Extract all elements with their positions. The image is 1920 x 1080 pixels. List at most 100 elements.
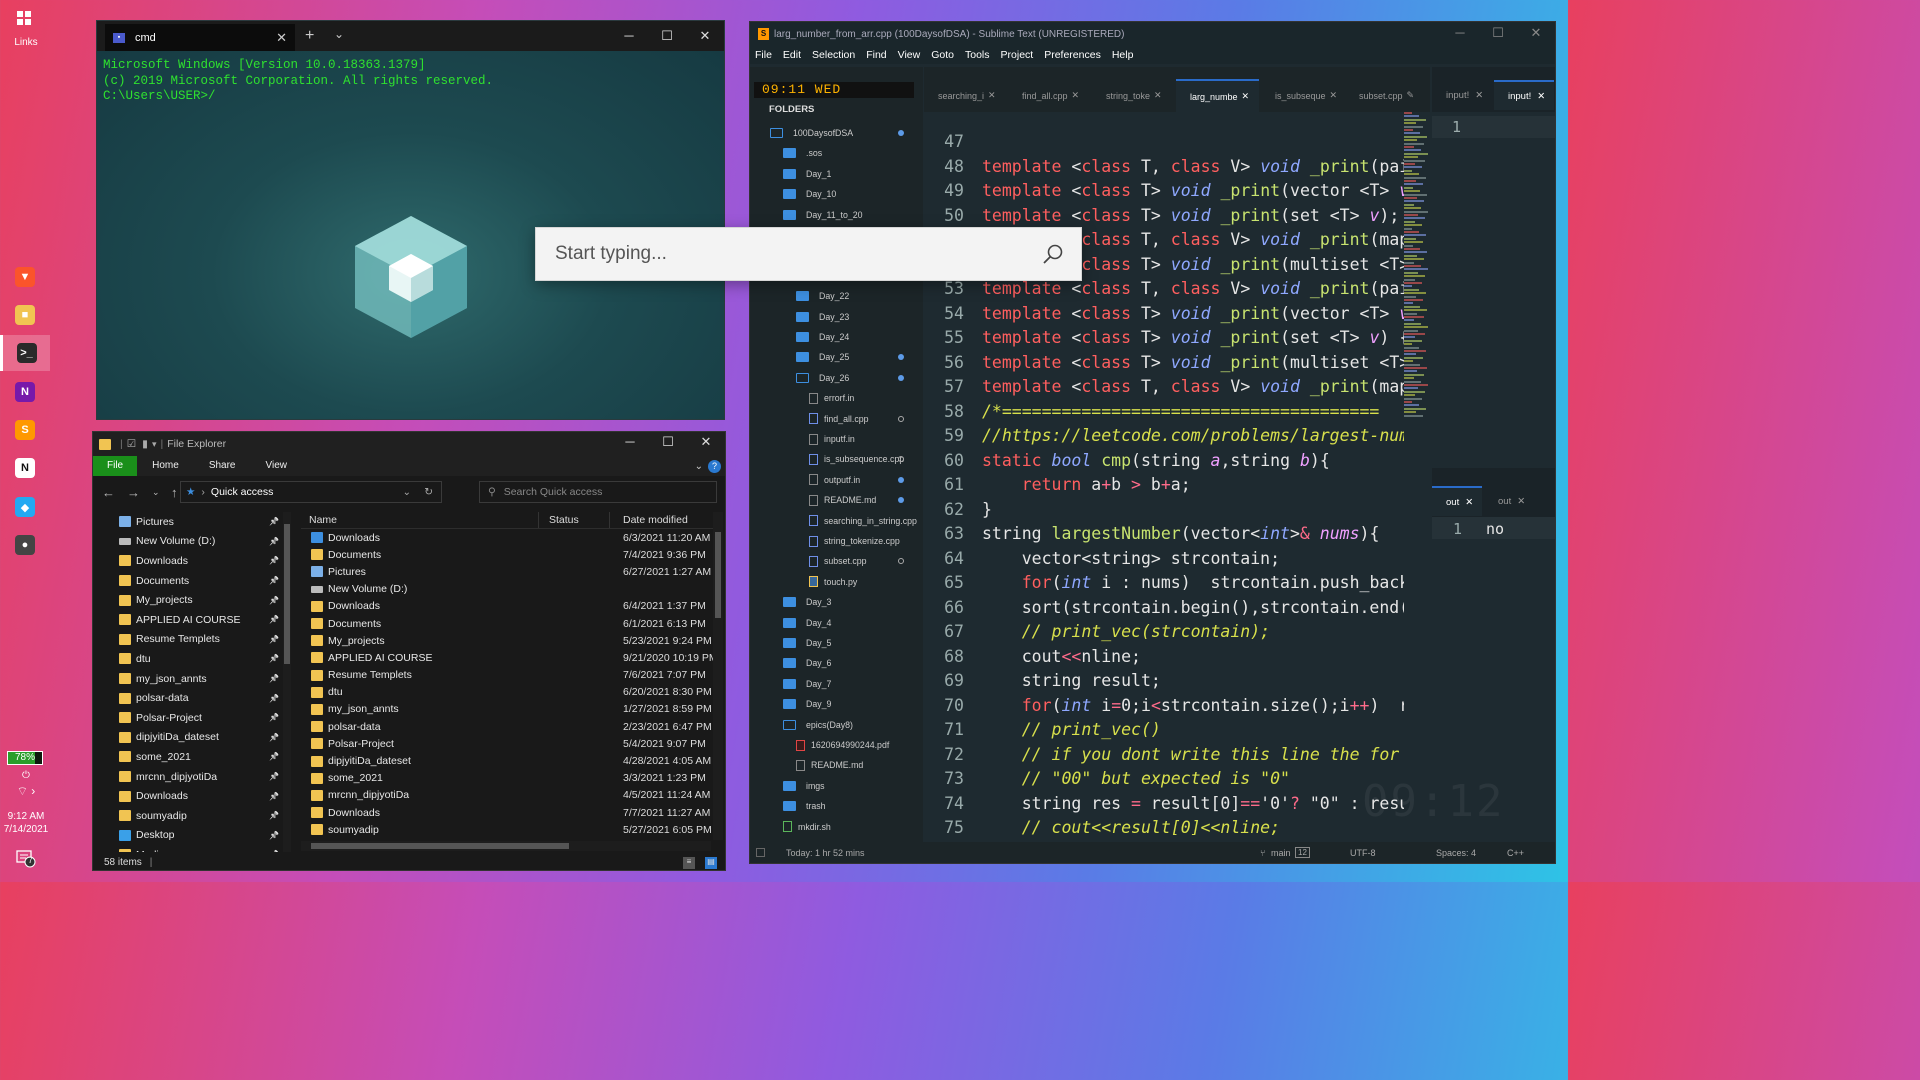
pin-icon[interactable]: 📌 (269, 850, 279, 852)
file-row[interactable]: APPLIED AI COURSE 9/21/2020 10:19 PM (301, 649, 721, 666)
tree-file[interactable]: is_subsequence.cpp (809, 450, 904, 468)
menu-goto[interactable]: Goto (931, 49, 954, 61)
chevron-down-icon[interactable]: ▾ (152, 439, 157, 450)
git-branch[interactable]: main (1271, 848, 1291, 858)
tree-folder[interactable]: Day_4 (783, 614, 831, 632)
nav-item[interactable]: Downloads 📌 (93, 786, 293, 806)
file-row[interactable]: dtu 6/20/2021 8:30 PM (301, 684, 721, 701)
nav-item[interactable]: Polsar-Project 📌 (93, 708, 293, 728)
search-box[interactable]: ⚲ (479, 481, 717, 503)
battery-indicator[interactable]: 78% (7, 751, 43, 765)
minimize-icon[interactable]: ─ (611, 432, 649, 456)
file-row[interactable]: mrcnn_dipjyotiDa 4/5/2021 11:24 AM (301, 787, 721, 804)
file-row[interactable]: Polsar-Project 5/4/2021 9:07 PM (301, 735, 721, 752)
taskbar-app-files[interactable]: ■ (0, 297, 50, 333)
pin-icon[interactable]: 📌 (269, 792, 279, 801)
recent-locations-icon[interactable]: ⌄ (152, 487, 162, 498)
editor-tab[interactable]: is_subseque ✕ (1261, 79, 1344, 112)
file-row[interactable]: some_2021 3/3/2021 1:23 PM (301, 770, 721, 787)
minimize-icon[interactable]: ─ (1441, 22, 1479, 46)
tree-folder[interactable]: Day_1 (783, 165, 831, 183)
nav-item[interactable]: mrcnn_dipjyotiDa 📌 (93, 767, 293, 787)
links-label[interactable]: Links (0, 37, 52, 48)
close-icon[interactable]: ✕ (686, 21, 724, 51)
pin-icon[interactable]: 📌 (269, 831, 279, 840)
column-status[interactable]: Status (549, 514, 579, 526)
pin-icon[interactable]: 📌 (269, 596, 279, 605)
pin-icon[interactable]: 📌 (269, 811, 279, 820)
tree-folder[interactable]: Day_11_to_20 (783, 206, 863, 224)
search-input[interactable] (555, 243, 1025, 265)
tree-folder[interactable]: .sos (783, 144, 822, 162)
cmd-tab[interactable]: ▪ cmd ✕ (105, 24, 295, 51)
file-row[interactable]: Downloads 6/3/2021 11:20 AM (301, 529, 721, 546)
file-row[interactable]: my_json_annts 1/27/2021 8:59 PM (301, 701, 721, 718)
file-row[interactable]: Downloads 7/7/2021 11:27 AM (301, 804, 721, 821)
nav-item[interactable]: Media 📌 (93, 845, 293, 852)
clock-date[interactable]: 7/14/2021 (0, 824, 52, 835)
menu-preferences[interactable]: Preferences (1044, 49, 1101, 61)
tree-folder[interactable]: Day_26 (796, 369, 904, 387)
nav-item[interactable]: My_projects 📌 (93, 590, 293, 610)
nav-item[interactable]: Resume Templets 📌 (93, 630, 293, 650)
clock-time[interactable]: 9:12 AM (0, 811, 52, 822)
file-row[interactable]: Documents 7/4/2021 9:36 PM (301, 546, 721, 563)
nav-item[interactable]: soumyadip 📌 (93, 806, 293, 826)
navigation-pane-scrollbar[interactable] (283, 512, 291, 852)
wifi-icon[interactable]: ⌔ › (0, 784, 52, 799)
close-tab-icon[interactable]: ✕ (1154, 90, 1162, 101)
search-icon[interactable] (1041, 243, 1065, 267)
editor-tab[interactable]: larg_numbe ✕ (1176, 79, 1259, 112)
maximize-icon[interactable]: ☐ (649, 432, 687, 456)
tree-file[interactable]: mkdir.sh (783, 818, 831, 836)
taskbar-app-sublime[interactable]: S (0, 412, 50, 448)
code-editor[interactable]: 47 48 template <class T, class V> void _pr… (924, 112, 1404, 835)
close-icon[interactable]: ✕ (1517, 22, 1555, 46)
tree-folder[interactable]: 100DaysofDSA (770, 124, 904, 142)
file-row[interactable]: soumyadip 5/27/2021 6:05 PM (301, 821, 721, 838)
taskbar-app-onenote[interactable]: N (0, 374, 50, 410)
new-tab-icon[interactable]: + (305, 27, 314, 45)
nav-item[interactable]: Downloads 📌 (93, 551, 293, 571)
tree-file[interactable]: README.md (809, 491, 904, 509)
taskbar-app-vscode[interactable]: ◆ (0, 489, 50, 525)
windows-start-icon[interactable] (14, 8, 38, 32)
editor-tab[interactable]: subset.cpp ✎ (1345, 79, 1428, 112)
tree-file[interactable]: errorf.in (809, 389, 854, 407)
tree-folder[interactable]: Day_22 (796, 287, 849, 305)
tree-folder[interactable]: Day_10 (783, 185, 836, 203)
tree-folder[interactable]: Day_9 (783, 695, 831, 713)
ribbon-tab-view[interactable]: View (251, 456, 303, 476)
close-icon[interactable]: ✕ (687, 432, 725, 456)
file-row[interactable]: Downloads 6/4/2021 1:37 PM (301, 598, 721, 615)
pin-icon[interactable]: 📌 (269, 556, 279, 565)
menu-project[interactable]: Project (1001, 49, 1034, 61)
tree-file[interactable]: searching_in_string.cpp (809, 512, 917, 530)
file-list-scrollbar[interactable] (713, 512, 723, 840)
close-tab-icon[interactable]: ✕ (1242, 91, 1250, 102)
nav-item[interactable]: New Volume (D:) 📌 (93, 532, 293, 552)
editor-tab[interactable]: string_toke ✕ (1092, 79, 1175, 112)
minimize-icon[interactable]: ─ (610, 21, 648, 51)
sublime-titlebar[interactable]: S larg_number_from_arr.cpp (100DaysofDSA… (750, 22, 1555, 46)
menu-tools[interactable]: Tools (965, 49, 990, 61)
tree-folder[interactable]: Day_24 (796, 328, 849, 346)
pin-icon[interactable]: 📌 (269, 772, 279, 781)
indentation[interactable]: Spaces: 4 (1436, 848, 1476, 858)
address-dropdown-icon[interactable]: ⌄ (403, 487, 411, 498)
tree-folder[interactable]: trash (783, 797, 826, 815)
search-input[interactable] (503, 486, 704, 498)
maximize-icon[interactable]: ☐ (1479, 22, 1517, 46)
edit-icon[interactable]: ✎ (1407, 90, 1415, 101)
horizontal-scrollbar[interactable] (301, 841, 711, 851)
menu-file[interactable]: File (755, 49, 772, 61)
forward-arrow-icon[interactable]: → (127, 485, 143, 500)
tree-file[interactable]: string_tokenize.cpp (809, 532, 900, 550)
tree-folder[interactable]: Day_23 (796, 308, 849, 326)
pin-icon[interactable]: 📌 (269, 635, 279, 644)
pin-icon[interactable]: 📌 (269, 576, 279, 585)
taskbar-app-obs[interactable]: ● (0, 527, 50, 563)
expand-ribbon-icon[interactable]: ⌄ (695, 461, 703, 472)
editor-tab[interactable]: searching_i ✕ (924, 79, 1007, 112)
close-tab-icon[interactable]: ✕ (988, 90, 996, 101)
